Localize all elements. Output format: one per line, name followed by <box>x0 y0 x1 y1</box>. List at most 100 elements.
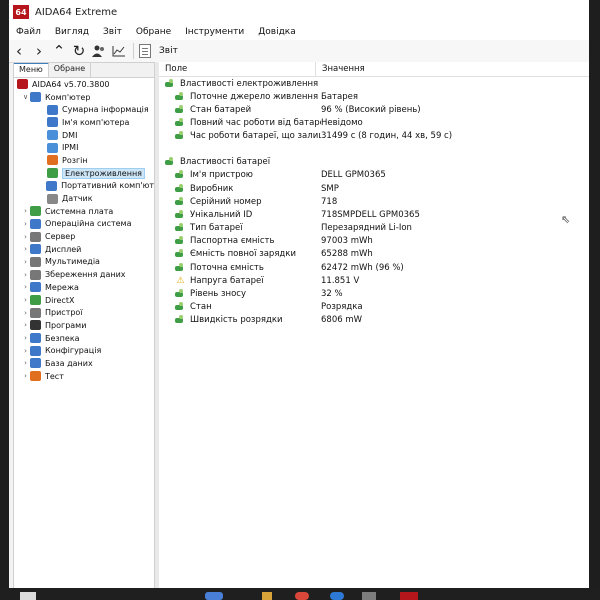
column-header-value[interactable]: Значення <box>316 64 365 74</box>
menu-file[interactable]: Файл <box>9 27 48 37</box>
taskbar-browser2-icon[interactable] <box>330 592 344 600</box>
tree-item[interactable]: Сумарна інформація <box>14 103 154 116</box>
taskbar-folder-icon[interactable] <box>262 592 272 600</box>
os-icon <box>30 218 41 229</box>
detail-row[interactable]: Рівень зносу 32 % <box>159 287 589 300</box>
chart-icon[interactable] <box>109 42 129 60</box>
tree-item[interactable]: › Дисплей <box>14 243 154 256</box>
chevron-right-icon[interactable]: › <box>21 347 30 355</box>
chevron-right-icon[interactable]: › <box>21 283 30 291</box>
up-arrow-icon[interactable]: ⌃ <box>49 42 69 60</box>
taskbar-browser-icon[interactable] <box>295 592 309 600</box>
tree-item[interactable]: › Сервер <box>14 230 154 243</box>
detail-row[interactable]: Поточне джерело живлення Батарея <box>159 90 589 103</box>
chevron-right-icon[interactable]: › <box>21 207 30 215</box>
tree-item-label: Розгін <box>62 155 88 165</box>
chevron-down-icon[interactable]: ∨ <box>21 93 30 101</box>
taskbar-aida64-icon[interactable] <box>400 592 418 600</box>
tree-item[interactable]: › DirectX <box>14 294 154 307</box>
tab-favorites[interactable]: Обране <box>49 63 92 77</box>
tree-item-label: IPMI <box>62 143 79 153</box>
field-value: Невідомо <box>321 117 363 128</box>
chevron-right-icon[interactable]: › <box>21 372 30 380</box>
chevron-right-icon[interactable]: › <box>21 321 30 329</box>
tree-item[interactable]: Розгін <box>14 154 154 167</box>
detail-row[interactable]: Стан батарей 96 % (Високий рівень) <box>159 103 589 116</box>
tab-menu[interactable]: Меню <box>14 63 49 77</box>
field-value: 6806 mW <box>321 315 363 326</box>
tree-item[interactable]: › Конфігурація <box>14 344 154 357</box>
detail-row[interactable]: Тип батареї Перезарядний Li-Ion <box>159 222 589 235</box>
start-button-icon[interactable] <box>20 592 36 600</box>
details-list: Властивості електроживлення Поточне джере… <box>159 77 589 327</box>
tree-item[interactable]: › Операційна система <box>14 218 154 231</box>
taskbar-store-icon[interactable] <box>362 592 376 600</box>
tree-item-label: Конфігурація <box>45 346 102 356</box>
detail-row[interactable]: Повний час роботи від батареї Невідомо <box>159 116 589 129</box>
tree-item[interactable]: › Системна плата <box>14 205 154 218</box>
detail-row[interactable]: Швидкість розрядки 6806 mW <box>159 314 589 327</box>
chevron-right-icon[interactable]: › <box>21 271 30 279</box>
chevron-right-icon[interactable]: › <box>21 233 30 241</box>
detail-row[interactable]: Унікальний ID 718SMPDELL GPM0365 <box>159 208 589 221</box>
taskbar-app-icon[interactable] <box>205 592 223 600</box>
back-arrow-icon[interactable]: ‹ <box>9 42 29 60</box>
tree-item[interactable]: AIDA64 v5.70.3800 <box>14 78 154 91</box>
tree-item[interactable]: › База даних <box>14 357 154 370</box>
screen: 64 AIDA64 Extreme Файл Вигляд Звіт Обран… <box>9 0 589 600</box>
chevron-right-icon[interactable]: › <box>21 359 30 367</box>
tree-item[interactable]: Датчик <box>14 192 154 205</box>
tree-item-label: Портативний комп'ют <box>61 181 154 191</box>
field-name: Повний час роботи від батареї <box>190 117 321 128</box>
chevron-right-icon[interactable]: › <box>21 334 30 342</box>
detail-row[interactable]: Поточна ємність 62472 mWh (96 %) <box>159 261 589 274</box>
tree-item[interactable]: Електроживлення <box>14 167 154 180</box>
tree-item[interactable]: › Тест <box>14 370 154 383</box>
column-header-field[interactable]: Поле <box>159 62 316 76</box>
menu-help[interactable]: Довідка <box>251 27 303 37</box>
menu-favorites[interactable]: Обране <box>129 27 178 37</box>
tree-item-label: Безпека <box>45 333 80 343</box>
chevron-right-icon[interactable]: › <box>21 220 30 228</box>
field-name: Стан <box>190 302 212 313</box>
forward-arrow-icon[interactable]: › <box>29 42 49 60</box>
detail-field: Паспортна ємність <box>159 236 321 246</box>
report-button[interactable]: Звіт <box>139 44 178 58</box>
tree-item[interactable]: ∨ Комп'ютер <box>14 91 154 104</box>
tree-item[interactable]: Ім'я комп'ютера <box>14 116 154 129</box>
computer-icon <box>30 92 41 103</box>
chevron-right-icon[interactable]: › <box>21 296 30 304</box>
tree-item[interactable]: › Пристрої <box>14 306 154 319</box>
tree-item[interactable]: Портативний комп'ют <box>14 180 154 193</box>
tree-item[interactable]: IPMI <box>14 141 154 154</box>
chevron-right-icon[interactable]: › <box>21 258 30 266</box>
aida64-logo-icon: 64 <box>13 5 29 19</box>
menu-tools[interactable]: Інструменти <box>178 27 251 37</box>
field-value: 32 % <box>321 289 343 300</box>
test-icon <box>30 371 41 382</box>
menu-report[interactable]: Звіт <box>96 27 129 37</box>
chevron-right-icon[interactable]: › <box>21 309 30 317</box>
refresh-icon[interactable]: ↻ <box>69 42 89 60</box>
tree-item[interactable]: › Мультимедіа <box>14 256 154 269</box>
detail-row[interactable]: Серійний номер 718 <box>159 195 589 208</box>
tree-item[interactable]: › Програми <box>14 319 154 332</box>
field-name: Рівень зносу <box>190 289 246 300</box>
details-panel: Поле Значення Властивості електроживленн… <box>159 62 589 600</box>
detail-row[interactable]: Ім'я пристрою DELL GPM0365 <box>159 169 589 182</box>
detail-row[interactable]: Виробник SMP <box>159 182 589 195</box>
navigation-panel: Меню Обране AIDA64 v5.70.3800 ∨ Комп'ютер С… <box>13 62 155 600</box>
detail-row[interactable]: Стан Розрядка <box>159 301 589 314</box>
tree-item[interactable]: DMI <box>14 129 154 142</box>
chevron-right-icon[interactable]: › <box>21 245 30 253</box>
report-label: Звіт <box>159 46 178 56</box>
detail-row[interactable]: Час роботи батареї, що залиш... 31499 с (… <box>159 130 589 143</box>
detail-row[interactable]: Ємність повної зарядки 65288 mWh <box>159 248 589 261</box>
tree-item[interactable]: › Мережа <box>14 281 154 294</box>
tree-item[interactable]: › Безпека <box>14 332 154 345</box>
users-icon[interactable] <box>89 42 109 60</box>
menu-view[interactable]: Вигляд <box>48 27 96 37</box>
detail-row[interactable]: ⚠ Напруга батареї 11.851 V <box>159 274 589 287</box>
tree-item[interactable]: › Збереження даних <box>14 268 154 281</box>
detail-row[interactable]: Паспортна ємність 97003 mWh <box>159 235 589 248</box>
